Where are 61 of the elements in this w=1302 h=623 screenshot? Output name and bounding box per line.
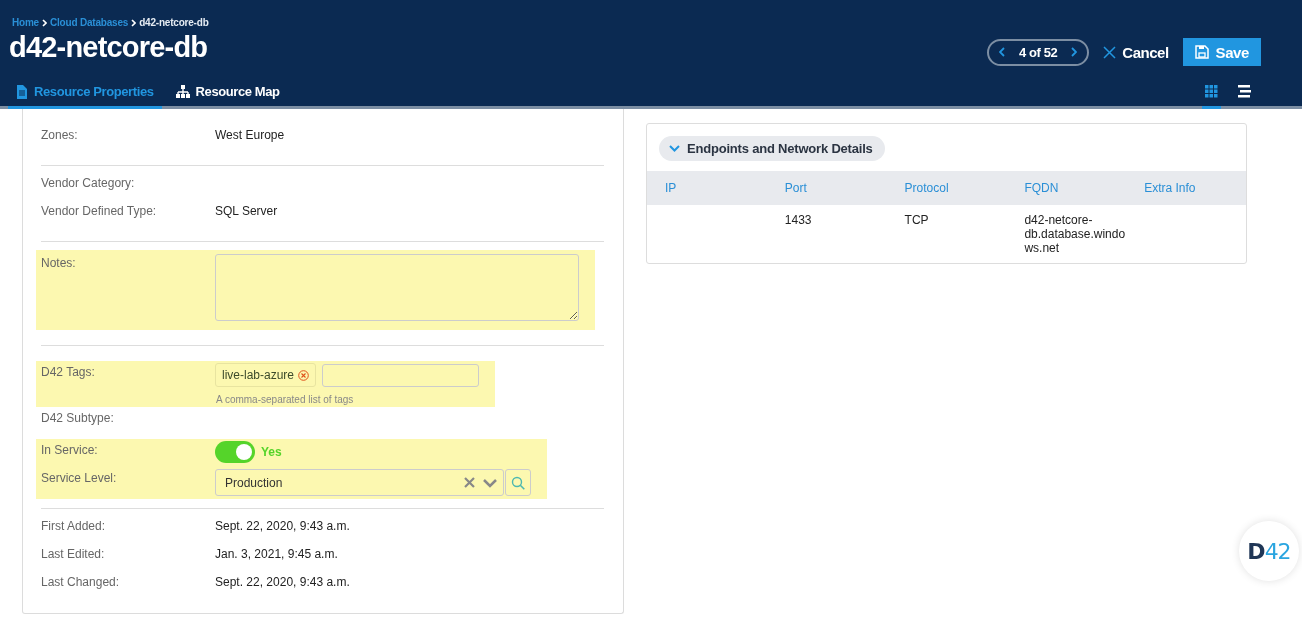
toggle-label: Yes [261, 445, 282, 459]
field-value: Jan. 3, 2021, 9:45 a.m. [215, 546, 339, 561]
field-label: Notes: [41, 255, 77, 270]
search-icon [511, 475, 525, 490]
pager-label: 4 of 52 [1018, 44, 1058, 60]
page-title: d42-netcore-db [9, 30, 208, 64]
toggle-switch[interactable] [215, 441, 255, 463]
field-label: Vendor Defined Type: [41, 203, 158, 218]
dropdown-chevron-icon[interactable] [483, 477, 497, 488]
sitemap-icon [175, 85, 190, 98]
column-header: Extra Info [1126, 171, 1246, 205]
service-level-select[interactable]: Production [215, 469, 504, 496]
tag-input[interactable] [322, 363, 480, 387]
remove-icon[interactable] [298, 369, 310, 381]
field-label: Vendor Category: [41, 175, 136, 190]
select-value: Production [225, 475, 284, 490]
column-header: IP [647, 171, 767, 205]
chevron-left-icon[interactable] [998, 47, 1005, 57]
breadcrumb-link[interactable]: Cloud Databases [50, 17, 129, 28]
tag-chip[interactable]: live-lab-azure [215, 363, 317, 387]
section-toggle[interactable]: Endpoints and Network Details [659, 136, 885, 161]
chevron-down-icon [669, 145, 680, 152]
field-label: Service Level: [41, 470, 118, 485]
logo-badge[interactable]: D42 [1239, 521, 1299, 581]
field-label: Last Edited: [41, 546, 106, 561]
field-value: Sept. 22, 2020, 9:43 a.m. [215, 518, 350, 533]
help-text: A comma-separated list of tags [216, 394, 355, 405]
search-button[interactable] [505, 469, 531, 496]
table-cell: d42-netcore-db.database.windows.net [1006, 205, 1127, 263]
pager[interactable]: 4 of 52 [986, 38, 1090, 66]
field-label: In Service: [41, 442, 99, 457]
save-icon [1194, 45, 1209, 59]
field-label: Last Changed: [41, 574, 121, 589]
close-icon [1103, 45, 1117, 59]
field-label: Zones: [41, 127, 79, 142]
breadcrumb-current: d42-netcore-db [139, 17, 209, 28]
tag-label: live-lab-azure [222, 368, 295, 382]
column-header: Port [766, 171, 887, 205]
notes-field[interactable] [215, 254, 579, 321]
chevron-right-icon [131, 18, 137, 27]
tab[interactable]: Resource Map [167, 84, 288, 109]
grid-icon [1205, 85, 1218, 98]
cancel-button[interactable]: Cancel [1103, 43, 1169, 61]
clear-icon[interactable] [464, 477, 475, 488]
table-cell: TCP [886, 205, 1007, 263]
field-value: Sept. 22, 2020, 9:43 a.m. [215, 574, 350, 589]
column-header: Protocol [886, 171, 1007, 205]
list-icon [1238, 85, 1251, 98]
chevron-right-icon[interactable] [1071, 47, 1078, 57]
field-label: D42 Subtype: [41, 410, 115, 425]
breadcrumb-link[interactable]: Home [12, 17, 39, 28]
table-cell: 1433 [766, 205, 887, 263]
view-toggle[interactable] [1202, 85, 1221, 109]
document-icon [16, 84, 28, 99]
field-label: D42 Tags: [41, 364, 96, 379]
field-label: First Added: [41, 518, 107, 533]
field-value: SQL Server [215, 203, 278, 218]
field-value: West Europe [215, 127, 285, 142]
tab[interactable]: Resource Properties [8, 84, 162, 109]
column-header: FQDN [1006, 171, 1127, 205]
chevron-right-icon [42, 18, 47, 27]
